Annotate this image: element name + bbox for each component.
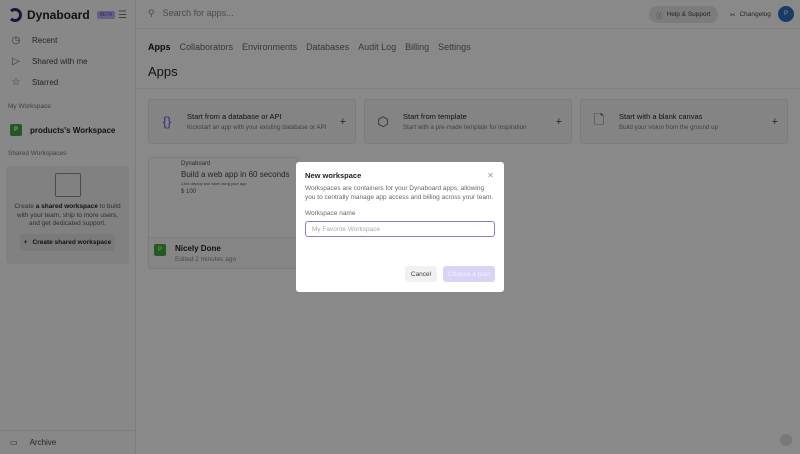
dialog-description: Workspaces are containers for your Dynab… bbox=[305, 185, 495, 202]
workspace-name-label: Workspace name bbox=[305, 210, 495, 217]
choose-plan-button[interactable]: Choose a plan bbox=[443, 266, 495, 282]
workspace-name-input[interactable] bbox=[305, 221, 495, 237]
close-icon[interactable]: ✕ bbox=[487, 171, 494, 180]
new-workspace-dialog: New workspace ✕ Workspaces are container… bbox=[296, 162, 504, 292]
dialog-title: New workspace bbox=[305, 171, 495, 180]
cancel-button[interactable]: Cancel bbox=[405, 266, 437, 282]
